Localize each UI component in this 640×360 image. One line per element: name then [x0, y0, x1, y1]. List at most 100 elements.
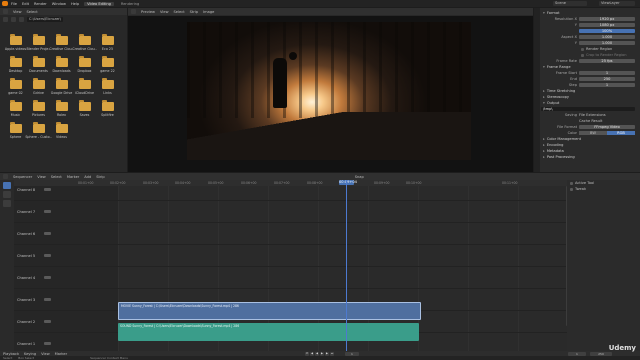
- channel-mute-lock-icons[interactable]: [44, 232, 51, 235]
- menu-render[interactable]: Render: [34, 2, 47, 6]
- aspect-y-field[interactable]: 1.000: [579, 40, 635, 46]
- menu-image[interactable]: Image: [203, 10, 214, 14]
- resolution-y-field[interactable]: 1080 px: [579, 22, 635, 28]
- section-post-processing[interactable]: Post Processing: [541, 154, 639, 160]
- view-layer-selector[interactable]: ViewLayer: [599, 1, 635, 6]
- menu-marker[interactable]: Marker: [67, 175, 79, 179]
- menu-view[interactable]: View: [160, 10, 169, 14]
- folder-item[interactable]: Blender Proje..: [26, 34, 51, 51]
- jump-end-icon[interactable]: ⏭: [330, 351, 334, 356]
- editor-type-icon[interactable]: [3, 174, 8, 179]
- menu-window[interactable]: Window: [52, 2, 66, 6]
- menu-select[interactable]: Select: [174, 10, 185, 14]
- folder-item[interactable]: Google Drive: [50, 78, 73, 95]
- sound-strip[interactable]: SOUND Sunny_Forest | C:\Users\Elcruzer\D…: [118, 323, 419, 341]
- cache-result-checkbox[interactable]: Cache Result: [579, 119, 602, 123]
- folder-item[interactable]: Sphere: [4, 122, 27, 139]
- folder-item[interactable]: Saves: [73, 100, 96, 117]
- menu-file[interactable]: File: [11, 2, 17, 6]
- resolution-percent-field[interactable]: 100%: [579, 28, 635, 34]
- annotate-tool-icon[interactable]: [3, 200, 11, 207]
- channel-mute-lock-icons[interactable]: [44, 254, 51, 257]
- editor-type-icon[interactable]: [131, 9, 136, 14]
- next-keyframe-icon[interactable]: ▶: [325, 351, 329, 356]
- folder-item[interactable]: Eco 25: [96, 34, 119, 51]
- folder-item[interactable]: Links: [96, 78, 119, 95]
- folder-item[interactable]: Sphere - Custo..: [25, 122, 52, 139]
- folder-item[interactable]: iCloudDrive: [73, 78, 96, 95]
- resolution-x-field[interactable]: 1920 px: [579, 16, 635, 22]
- playhead-line[interactable]: [346, 180, 347, 351]
- color-rgb-button[interactable]: RGB: [607, 130, 635, 136]
- folder-item[interactable]: Creative Clou..: [49, 34, 74, 51]
- forward-icon[interactable]: [11, 16, 16, 22]
- menu-add[interactable]: Add: [84, 175, 91, 179]
- folder-item[interactable]: Creative Clou..: [72, 34, 97, 51]
- color-bw-button[interactable]: BW: [579, 130, 607, 136]
- preview-canvas[interactable]: [128, 16, 533, 172]
- aspect-x-field[interactable]: 1.000: [579, 34, 635, 40]
- folder-item[interactable]: Desktop: [4, 56, 27, 73]
- blender-logo-icon[interactable]: [2, 1, 8, 6]
- frame-start-field[interactable]: 1: [579, 70, 635, 76]
- frame-rate-dropdown[interactable]: 25 fps: [579, 58, 635, 64]
- menu-select[interactable]: Select: [51, 175, 62, 179]
- channel-mute-lock-icons[interactable]: [44, 188, 51, 191]
- jump-start-icon[interactable]: ⏮: [305, 351, 309, 356]
- menu-view[interactable]: View: [41, 352, 50, 356]
- folder-item[interactable]: Documents: [27, 56, 50, 73]
- channel-mute-lock-icons[interactable]: [44, 342, 51, 345]
- file-extensions-checkbox[interactable]: File Extensions: [579, 113, 606, 117]
- back-icon[interactable]: [3, 16, 8, 22]
- start-frame-field[interactable]: 1: [568, 351, 586, 356]
- current-frame-field[interactable]: 1: [345, 351, 359, 356]
- channel-mute-lock-icons[interactable]: [44, 298, 51, 301]
- folder-item[interactable]: Pictures: [27, 100, 50, 117]
- menu-marker[interactable]: Marker: [55, 352, 67, 356]
- menu-view[interactable]: View: [37, 175, 46, 179]
- blade-tool-icon[interactable]: [3, 191, 11, 198]
- channel-mute-lock-icons[interactable]: [44, 210, 51, 213]
- properties-tabs[interactable]: [534, 8, 540, 172]
- menu-select[interactable]: Select: [27, 10, 38, 14]
- sequencer-mode-dropdown[interactable]: Sequencer: [13, 175, 32, 179]
- output-path-field[interactable]: /tmp\: [541, 106, 635, 112]
- folder-item[interactable]: game 22: [96, 56, 119, 73]
- folder-item[interactable]: Dropbox: [73, 56, 96, 73]
- menu-strip[interactable]: Strip: [190, 10, 198, 14]
- tweak-tool-row[interactable]: Tweak: [567, 186, 640, 192]
- frame-step-field[interactable]: 1: [579, 82, 635, 88]
- channel-mute-lock-icons[interactable]: [44, 276, 51, 279]
- workspace-tab-rendering[interactable]: Rendering: [118, 2, 142, 6]
- menu-strip[interactable]: Strip: [96, 175, 104, 179]
- parent-folder-icon[interactable]: [19, 16, 24, 22]
- menu-help[interactable]: Help: [71, 2, 79, 6]
- folder-item[interactable]: Music: [4, 100, 27, 117]
- menu-keying[interactable]: Keying: [24, 352, 36, 356]
- path-field[interactable]: C:\Users\Elcruzer\: [27, 16, 63, 22]
- workspace-tab-video-editing[interactable]: Video Editing: [84, 1, 114, 6]
- prev-keyframe-icon[interactable]: ◀: [310, 351, 314, 356]
- end-frame-field[interactable]: 250: [590, 351, 612, 356]
- folder-item[interactable]: Rolex: [50, 100, 73, 117]
- folder-item[interactable]: Apple.videos: [4, 34, 27, 51]
- play-reverse-icon[interactable]: ◀: [315, 351, 319, 356]
- menu-view[interactable]: View: [13, 10, 22, 14]
- frame-end-field[interactable]: 250: [579, 76, 635, 82]
- folder-item[interactable]: Downloads: [50, 56, 73, 73]
- channel-mute-lock-icons[interactable]: [44, 320, 51, 323]
- folder-item[interactable]: game 02: [4, 78, 27, 95]
- editor-type-icon[interactable]: [3, 9, 8, 14]
- menu-edit[interactable]: Edit: [22, 2, 29, 6]
- folder-item[interactable]: Videos: [50, 122, 73, 139]
- folder-item[interactable]: Splitfire: [96, 100, 119, 117]
- play-icon[interactable]: ▶: [320, 351, 324, 356]
- movie-strip[interactable]: MOVIE Sunny_Forest | C:\Users\Elcruzer\D…: [118, 302, 421, 320]
- scene-selector[interactable]: Scene: [553, 1, 587, 6]
- folder-item[interactable]: Gdrive: [27, 78, 50, 95]
- preview-mode-dropdown[interactable]: Preview: [141, 10, 155, 14]
- snap-toggle[interactable]: Snap: [355, 175, 364, 179]
- file-format-dropdown[interactable]: FFmpeg Video: [579, 124, 635, 130]
- menu-playback[interactable]: Playback: [3, 352, 19, 356]
- select-tool-icon[interactable]: [3, 182, 11, 189]
